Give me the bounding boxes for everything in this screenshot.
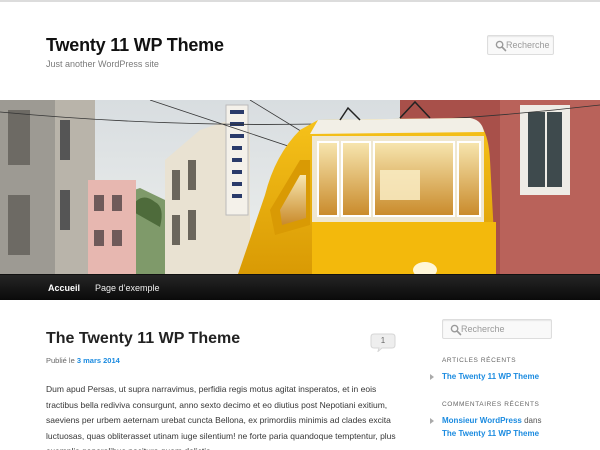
post-title[interactable]: The Twenty 11 WP Theme: [46, 330, 240, 348]
post-meta-prefix: Publié le: [46, 356, 77, 365]
comment-post-link[interactable]: The Twenty 11 WP Theme: [442, 429, 539, 438]
header-image: [0, 100, 600, 274]
sidebar-search[interactable]: [442, 319, 552, 339]
main-nav: Accueil Page d’exemple: [0, 274, 600, 300]
comment-author-link[interactable]: Monsieur WordPress: [442, 416, 522, 425]
post-meta: Publié le 3 mars 2014: [46, 356, 120, 365]
post-date-link[interactable]: 3 mars 2014: [77, 356, 120, 365]
post-content: Dum apud Persas, ut supra narravimus, pe…: [46, 384, 396, 450]
recent-comments-title: COMMENTAIRES RÉCENTS: [442, 401, 540, 408]
page: Twenty 11 WP Theme Just another WordPres…: [0, 2, 600, 450]
comment-connector: dans: [521, 416, 542, 425]
sidebar-search-input[interactable]: [461, 320, 549, 338]
recent-comments-list: Monsieur WordPress dans The Twenty 11 WP…: [430, 414, 555, 440]
header-search-input[interactable]: [506, 36, 551, 54]
comment-count-badge[interactable]: 1: [370, 333, 396, 352]
nav-item-accueil[interactable]: Accueil: [48, 283, 80, 293]
site-title[interactable]: Twenty 11 WP Theme: [46, 35, 224, 56]
recent-post-link[interactable]: The Twenty 11 WP Theme: [442, 372, 539, 381]
list-item: Monsieur WordPress dans The Twenty 11 WP…: [430, 414, 555, 440]
list-item: The Twenty 11 WP Theme: [430, 370, 539, 383]
comment-count: 1: [380, 336, 386, 345]
nav-item-page-exemple[interactable]: Page d’exemple: [95, 283, 160, 293]
header-search[interactable]: [487, 35, 554, 55]
recent-posts-list: The Twenty 11 WP Theme: [430, 370, 539, 383]
recent-posts-title: ARTICLES RÉCENTS: [442, 357, 517, 364]
site-description: Just another WordPress site: [46, 59, 159, 69]
